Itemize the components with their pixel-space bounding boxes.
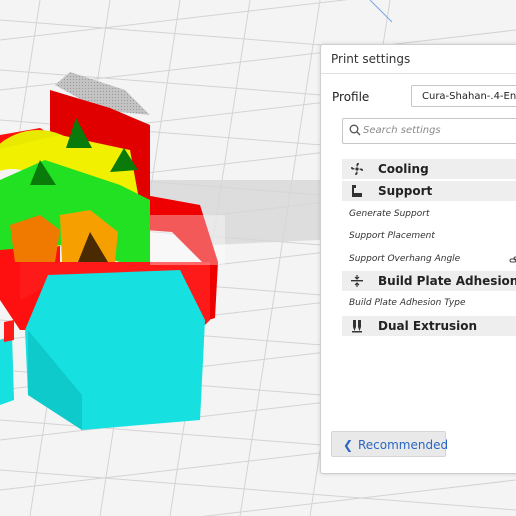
search-icon [349, 124, 361, 136]
setting-support-overhang-angle[interactable]: Support Overhang Angle [349, 254, 460, 264]
model-ghost-overlay [150, 215, 225, 265]
dual-extrusion-icon [352, 320, 362, 333]
category-support[interactable]: Support [342, 181, 516, 201]
support-icon [352, 185, 362, 197]
search-input[interactable]: Search settings [342, 118, 516, 144]
link-icon[interactable] [509, 254, 516, 266]
category-label: Dual Extrusion [378, 319, 478, 333]
setting-support-placement[interactable]: Support Placement [349, 231, 435, 241]
category-build-plate-adhesion[interactable]: Build Plate Adhesion [342, 271, 516, 291]
chevron-left-icon: ❮ [343, 438, 354, 452]
panel-title: Print settings [331, 52, 411, 66]
setting-build-plate-adhesion-type[interactable]: Build Plate Adhesion Type [349, 298, 466, 308]
profile-dropdown[interactable]: Cura-Shahan-.4-Ender [411, 85, 516, 107]
search-placeholder: Search settings [363, 125, 441, 136]
category-dual-extrusion[interactable]: Dual Extrusion [342, 316, 516, 336]
category-cooling[interactable]: Cooling [342, 159, 516, 179]
category-label: Support [378, 184, 433, 198]
category-label: Build Plate Adhesion [378, 274, 516, 288]
recommended-button[interactable]: ❮ Recommended [331, 431, 449, 457]
category-label: Cooling [378, 162, 429, 176]
setting-generate-support[interactable]: Generate Support [349, 209, 429, 219]
title-divider [321, 73, 516, 74]
profile-label: Profile [332, 90, 370, 104]
adhesion-icon [351, 275, 363, 287]
recommended-label: Recommended [358, 438, 449, 452]
fan-icon [351, 163, 363, 175]
print-settings-panel: Print settings Profile Cura-Shahan-.4-En… [320, 44, 516, 474]
